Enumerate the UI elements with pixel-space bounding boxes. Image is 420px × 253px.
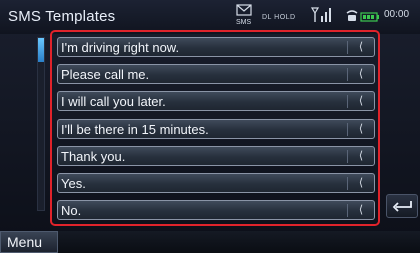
back-arrow-icon[interactable]: ⟨ [352, 95, 370, 108]
scrollbar-thumb[interactable] [38, 38, 44, 62]
title-bar: SMS Templates SMS DL HOLD 00:00 [0, 0, 420, 34]
menu-button[interactable]: Menu [0, 231, 58, 253]
template-item-label: Thank you. [61, 148, 126, 164]
template-item-label: I will call you later. [61, 94, 166, 110]
template-item[interactable]: I will call you later. ⟨ [57, 91, 375, 112]
template-item[interactable]: Thank you. ⟨ [57, 145, 375, 166]
page-title: SMS Templates [8, 8, 116, 25]
template-item-label: I'll be there in 15 minutes. [61, 121, 209, 137]
template-item[interactable]: No. ⟨ [57, 200, 375, 221]
item-divider [347, 41, 348, 54]
item-divider [347, 68, 348, 82]
back-arrow-icon[interactable]: ⟨ [352, 41, 370, 54]
back-arrow-icon[interactable]: ⟨ [352, 204, 370, 217]
template-item[interactable]: Please call me. ⟨ [57, 64, 375, 85]
scrollbar[interactable] [37, 37, 45, 211]
sms-icon: SMS [236, 4, 258, 30]
phone-icon [345, 4, 359, 30]
template-item-label: I'm driving right now. [61, 40, 180, 55]
item-divider [347, 149, 348, 163]
template-list: I'm driving right now. ⟨ Please call me.… [57, 37, 375, 227]
template-item[interactable]: I'll be there in 15 minutes. ⟨ [57, 118, 375, 139]
template-item-label: Yes. [61, 175, 86, 191]
sms-label: SMS [236, 19, 252, 26]
signal-strength-icon [310, 4, 332, 30]
item-divider [347, 176, 348, 190]
battery-icon [360, 4, 380, 30]
template-item[interactable]: I'm driving right now. ⟨ [57, 37, 375, 57]
back-arrow-icon[interactable]: ⟨ [352, 123, 370, 136]
return-arrow-icon [392, 201, 412, 212]
back-arrow-icon[interactable]: ⟨ [352, 150, 370, 163]
item-divider [347, 95, 348, 109]
item-divider [347, 204, 348, 218]
back-button[interactable] [386, 194, 418, 218]
item-divider [347, 122, 348, 136]
bottom-bar [0, 231, 420, 253]
template-item-label: Please call me. [61, 67, 150, 83]
screen: SMS Templates SMS DL HOLD 00:00 I'm driv… [0, 0, 420, 253]
template-item-label: No. [61, 203, 82, 219]
template-item[interactable]: Yes. ⟨ [57, 172, 375, 193]
clock: 00:00 [384, 9, 410, 20]
back-arrow-icon[interactable]: ⟨ [352, 177, 370, 190]
back-arrow-icon[interactable]: ⟨ [352, 68, 370, 81]
